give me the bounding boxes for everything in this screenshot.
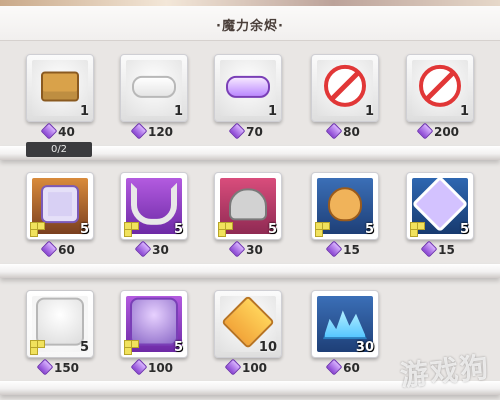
purple-gem-icon (228, 122, 246, 140)
item-cost-value: 60 (58, 243, 75, 257)
purple-gem-icon (420, 240, 438, 258)
purple-gem-icon (224, 358, 242, 376)
item-cost: 60 (26, 240, 92, 258)
item-cost-value: 150 (53, 361, 80, 375)
item-cost: 100 (214, 358, 280, 376)
item-cost: 15 (311, 240, 377, 258)
yellow-squares-icon (124, 340, 139, 355)
item-cost-value: 200 (433, 125, 460, 139)
token-icon (41, 185, 79, 224)
purple-gem-icon (325, 122, 343, 140)
shop-item-tile[interactable]: 1 (311, 54, 379, 122)
purple-scroll-icon (226, 75, 270, 98)
magnet-icon (131, 182, 177, 225)
shop-item-tile[interactable]: 1 (214, 54, 282, 122)
shop-item-tile[interactable]: 1 (120, 54, 188, 122)
item-cost-value: 40 (58, 125, 75, 139)
item-cost-value: 100 (147, 361, 174, 375)
item-quantity: 1 (459, 104, 469, 119)
purchase-limit-indicator: 0/2 (26, 142, 92, 157)
helmet-icon (229, 188, 267, 221)
yellow-squares-icon (410, 222, 425, 237)
item-cost-value: 30 (152, 243, 169, 257)
purple-gem-icon (36, 358, 54, 376)
item-quantity: 1 (79, 104, 89, 119)
shop-header: ·魔力余烬· (0, 6, 500, 41)
item-cost-value: 15 (438, 243, 455, 257)
item-quantity: 5 (173, 222, 183, 237)
purple-gem-icon (416, 122, 434, 140)
item-cost: 150 (26, 358, 92, 376)
item-cost-value: 100 (241, 361, 268, 375)
shop-item-tile[interactable]: 5 (26, 172, 94, 240)
item-quantity: 5 (459, 222, 469, 237)
purple-gem-icon (228, 240, 246, 258)
item-cost: 70 (214, 122, 280, 140)
item-quantity: 30 (355, 340, 374, 355)
item-cost: 30 (120, 240, 186, 258)
item-quantity: 5 (79, 340, 89, 355)
item-quantity: 1 (267, 104, 277, 119)
purple-gem-icon (130, 122, 148, 140)
purple-gem-icon (134, 240, 152, 258)
item-cost-value: 30 (246, 243, 263, 257)
yellow-squares-icon (218, 222, 233, 237)
shop-screen: ·魔力余烬· 游戏狗 1 40 0/2 1 120 1 70 1 80 1 200 5 60 5 30 5 30… (0, 0, 500, 400)
item-cost: 80 (311, 122, 377, 140)
prohibited-icon (324, 64, 366, 107)
item-cost: 200 (406, 122, 472, 140)
shop-item-tile[interactable]: 5 (311, 172, 379, 240)
item-cost-value: 120 (147, 125, 174, 139)
shop-item-tile[interactable]: 5 (214, 172, 282, 240)
acorn-icon (328, 187, 362, 222)
item-quantity: 1 (173, 104, 183, 119)
item-cost: 40 (26, 122, 92, 140)
item-cost: 15 (406, 240, 472, 258)
item-quantity: 5 (364, 222, 374, 237)
item-cost: 30 (214, 240, 280, 258)
item-cost-value: 70 (246, 125, 263, 139)
purple-gem-icon (40, 240, 58, 258)
item-cost: 60 (311, 358, 377, 376)
item-cost-value: 80 (343, 125, 360, 139)
shop-item-tile[interactable]: 5 (26, 290, 94, 358)
shop-item-tile[interactable]: 10 (214, 290, 282, 358)
chest-icon (41, 71, 79, 102)
purple-gem-icon (40, 122, 58, 140)
item-quantity: 10 (258, 340, 277, 355)
item-quantity: 1 (364, 104, 374, 119)
scroll-icon (132, 75, 176, 98)
shop-item-tile[interactable]: 30 (311, 290, 379, 358)
item-quantity: 5 (173, 340, 183, 355)
prohibited-icon (419, 64, 461, 107)
yellow-squares-icon (124, 222, 139, 237)
purple-gem-icon (325, 358, 343, 376)
item-cost: 100 (120, 358, 186, 376)
shop-item-tile[interactable]: 5 (120, 172, 188, 240)
shop-item-tile[interactable]: 5 (120, 290, 188, 358)
item-cost-value: 15 (343, 243, 360, 257)
shop-item-tile[interactable]: 1 (406, 54, 474, 122)
white-hair-portrait-icon (36, 297, 84, 346)
shop-item-tile[interactable]: 5 (406, 172, 474, 240)
purple-gem-icon (325, 240, 343, 258)
item-cost-value: 60 (343, 361, 360, 375)
dark-hair-portrait-icon (130, 297, 178, 346)
item-cost: 120 (120, 122, 186, 140)
yellow-squares-icon (30, 340, 45, 355)
item-quantity: 5 (79, 222, 89, 237)
yellow-squares-icon (30, 222, 45, 237)
shop-item-tile[interactable]: 1 (26, 54, 94, 122)
shelf-row-2 (0, 264, 500, 278)
shop-title: ·魔力余烬· (216, 19, 284, 34)
yellow-squares-icon (315, 222, 330, 237)
purple-gem-icon (130, 358, 148, 376)
item-quantity: 5 (267, 222, 277, 237)
